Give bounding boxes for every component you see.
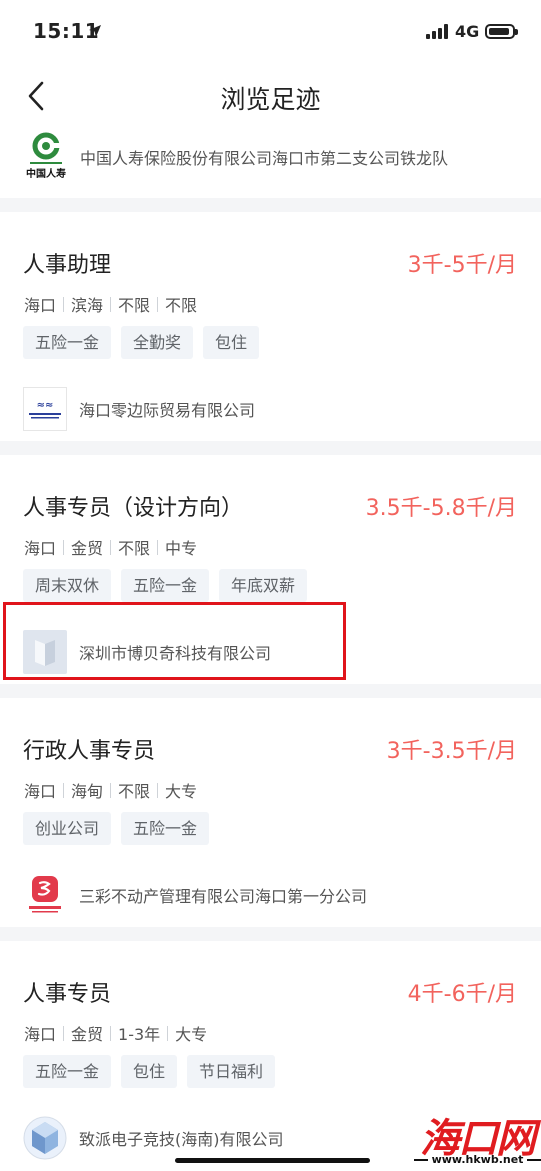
job-card[interactable]: 人事助理 3千-5千/月 海口 滨海 不限 不限 五险一金 全勤奖 包住 ≈≈ …	[0, 212, 541, 441]
job-title: 人事助理	[23, 253, 112, 278]
logo-text: 中国人寿	[26, 167, 66, 180]
company-row-top[interactable]: 中国人寿 中国人寿保险股份有限公司海口市第二支公司铁龙队	[0, 128, 541, 198]
separator	[0, 198, 541, 212]
job-title: 人事专员（设计方向）	[23, 496, 244, 521]
network-type: 4G	[455, 22, 480, 41]
status-bar: 15:11 4G	[0, 0, 541, 64]
meta-experience: 不限	[118, 539, 151, 558]
battery-icon	[485, 24, 518, 39]
company-name: 海口零边际贸易有限公司	[79, 401, 256, 420]
job-title: 行政人事专员	[23, 739, 156, 764]
company-name: 致派电子竞技(海南)有限公司	[79, 1130, 284, 1149]
meta-experience: 不限	[118, 782, 151, 801]
separator	[0, 927, 541, 941]
job-meta: 海口 金贸 1-3年 大专	[24, 1021, 207, 1045]
job-tag: 包住	[121, 1055, 178, 1088]
divider	[110, 296, 112, 312]
job-tags: 五险一金 包住 节日福利	[23, 1055, 285, 1088]
job-tag: 五险一金	[23, 1055, 112, 1088]
meta-city: 海口	[24, 1025, 57, 1044]
divider	[110, 539, 112, 555]
divider	[157, 539, 159, 555]
job-card[interactable]: 行政人事专员 3千-3.5千/月 海口 海甸 不限 大专 创业公司 五险一金 三…	[0, 698, 541, 927]
job-salary: 4千-6千/月	[407, 982, 517, 1007]
job-tag: 全勤奖	[121, 326, 194, 359]
job-tag: 周末双休	[23, 569, 112, 602]
divider	[167, 1025, 169, 1041]
divider	[157, 782, 159, 798]
company-row[interactable]: 三彩不动产管理有限公司海口第一分公司	[23, 873, 367, 917]
page-title: 浏览足迹	[220, 85, 321, 114]
job-tag: 五险一金	[121, 569, 210, 602]
job-title: 人事专员	[23, 982, 112, 1007]
highlight-annotation-box	[3, 602, 346, 680]
divider	[110, 1025, 112, 1041]
company-logo	[23, 1116, 67, 1160]
divider	[63, 1025, 65, 1041]
separator	[0, 684, 541, 698]
job-tags: 周末双休 五险一金 年底双薪	[23, 569, 317, 602]
divider	[63, 539, 65, 555]
job-tag: 年底双薪	[219, 569, 308, 602]
home-indicator[interactable]	[175, 1158, 370, 1163]
meta-education: 不限	[165, 296, 198, 315]
separator	[0, 441, 541, 455]
job-tag: 包住	[203, 326, 260, 359]
job-tag: 五险一金	[23, 326, 112, 359]
meta-city: 海口	[24, 782, 57, 801]
meta-experience: 不限	[118, 296, 151, 315]
meta-district: 金贸	[71, 1025, 104, 1044]
company-row[interactable]: 致派电子竞技(海南)有限公司	[23, 1116, 284, 1160]
meta-experience: 1-3年	[118, 1025, 161, 1044]
meta-city: 海口	[24, 539, 57, 558]
meta-education: 大专	[175, 1025, 208, 1044]
job-tag: 创业公司	[23, 812, 112, 845]
meta-district: 滨海	[71, 296, 104, 315]
meta-education: 大专	[165, 782, 198, 801]
location-arrow-icon	[89, 25, 101, 37]
signal-icon	[426, 24, 448, 39]
meta-education: 中专	[165, 539, 198, 558]
meta-district: 海甸	[71, 782, 104, 801]
divider	[110, 782, 112, 798]
watermark-url: www.hkwb.net	[431, 1153, 524, 1166]
nav-bar: 浏览足迹	[0, 64, 541, 128]
job-tags: 创业公司 五险一金	[23, 812, 219, 845]
job-tag: 节日福利	[187, 1055, 276, 1088]
company-name: 中国人寿保险股份有限公司海口市第二支公司铁龙队	[80, 149, 449, 168]
divider	[63, 296, 65, 312]
meta-city: 海口	[24, 296, 57, 315]
divider	[63, 782, 65, 798]
job-meta: 海口 金贸 不限 中专	[24, 535, 197, 559]
job-salary: 3千-5千/月	[407, 253, 517, 278]
job-meta: 海口 滨海 不限 不限	[24, 292, 197, 316]
china-life-logo: 中国人寿	[26, 132, 66, 180]
divider	[157, 296, 159, 312]
watermark-line	[527, 1159, 541, 1161]
job-tag: 五险一金	[121, 812, 210, 845]
meta-district: 金贸	[71, 539, 104, 558]
job-salary: 3千-3.5千/月	[386, 739, 517, 764]
company-logo: ≈≈	[23, 387, 67, 431]
watermark: 海口网 www.hkwb.net	[414, 1106, 541, 1171]
job-meta: 海口 海甸 不限 大专	[24, 778, 197, 802]
svg-text:≈≈: ≈≈	[37, 400, 54, 411]
company-logo	[23, 873, 67, 917]
job-salary: 3.5千-5.8千/月	[365, 496, 517, 521]
company-row[interactable]: ≈≈ 海口零边际贸易有限公司	[23, 387, 255, 431]
company-name: 三彩不动产管理有限公司海口第一分公司	[79, 887, 368, 906]
job-tags: 五险一金 全勤奖 包住	[23, 326, 269, 359]
